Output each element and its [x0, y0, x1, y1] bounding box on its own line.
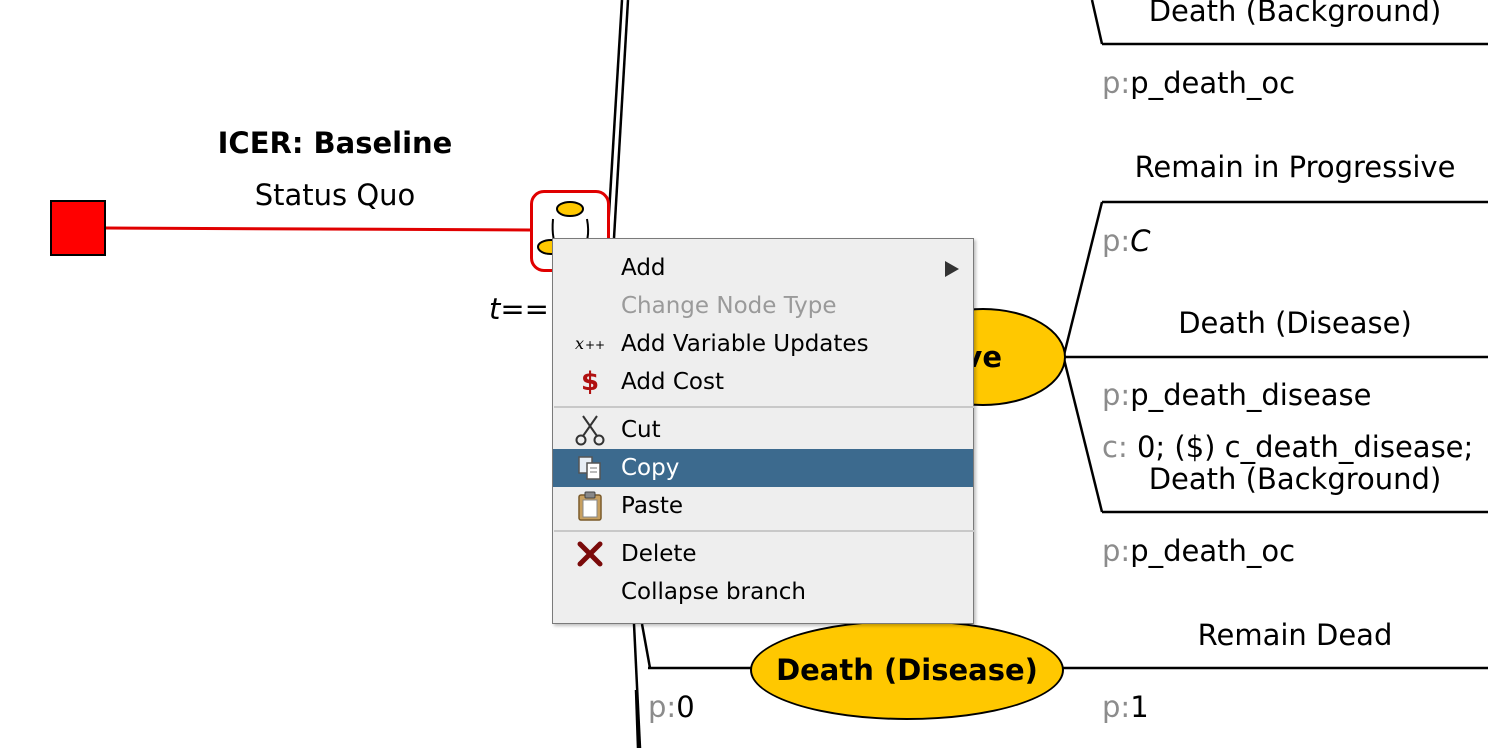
dollar-icon: $ [580, 367, 600, 397]
menu-item-add-cost[interactable]: $ Add Cost [553, 363, 973, 401]
top-branch-line [1090, 0, 1104, 45]
decision-name-label: ICER: Baseline [217, 126, 453, 160]
decision-node[interactable] [50, 200, 106, 256]
svg-text:x: x [575, 334, 584, 353]
svg-text:++: ++ [585, 338, 605, 352]
markov-fan-line [640, 623, 652, 669]
death-background-top-label: Death (Background) [1148, 0, 1442, 28]
menu-item-delete[interactable]: Delete [553, 535, 973, 573]
context-menu: Add Change Node Type x ++ Add Variable Up… [552, 238, 974, 624]
menu-item-copy[interactable]: Copy [553, 449, 973, 487]
death-disease-branch-label: Death (Disease) [1178, 306, 1412, 340]
status-quo-branch-line [105, 226, 531, 232]
p-0-label: p:0 [648, 690, 695, 724]
menu-item-change-node-type[interactable]: Change Node Type [553, 287, 973, 325]
menu-item-collapse-branch[interactable]: Collapse branch [553, 573, 973, 611]
status-quo-label: Status Quo [254, 178, 416, 212]
cost-death-disease: c: 0; ($) c_death_disease; [1102, 430, 1474, 464]
submenu-arrow-icon [945, 261, 959, 277]
progressive-fan-line [1062, 201, 1104, 356]
progressive-fan-line [1062, 358, 1104, 513]
remain-dead-label: Remain Dead [1197, 618, 1393, 652]
menu-item-add[interactable]: Add [553, 249, 973, 287]
death-background-label-2: Death (Background) [1148, 462, 1442, 496]
delete-x-icon [575, 539, 605, 569]
variable-update-icon: x ++ [575, 329, 605, 359]
remain-progressive-label: Remain in Progressive [1134, 150, 1456, 184]
termination-condition: t== [489, 292, 549, 326]
death-disease-state-node[interactable]: Death (Disease) [750, 620, 1064, 720]
menu-item-cut[interactable]: Cut [553, 411, 973, 449]
p-1-label: p:1 [1102, 690, 1149, 724]
death-disease-state-label: Death (Disease) [776, 653, 1038, 687]
scissors-icon [575, 415, 605, 446]
p-c-label: p:C [1102, 224, 1151, 258]
p-death-oc-1: p:p_death_oc [1102, 66, 1296, 100]
copy-icon [575, 453, 605, 483]
menu-item-add-variable-updates[interactable]: x ++ Add Variable Updates [553, 325, 973, 363]
menu-separator [554, 406, 974, 408]
menu-item-paste[interactable]: Paste [553, 487, 973, 525]
markov-fan-line [606, 0, 624, 231]
menu-separator [554, 530, 974, 532]
p-death-disease: p:p_death_disease [1102, 378, 1372, 412]
clipboard-icon [575, 491, 605, 521]
p-death-oc-2: p:p_death_oc [1102, 534, 1296, 568]
